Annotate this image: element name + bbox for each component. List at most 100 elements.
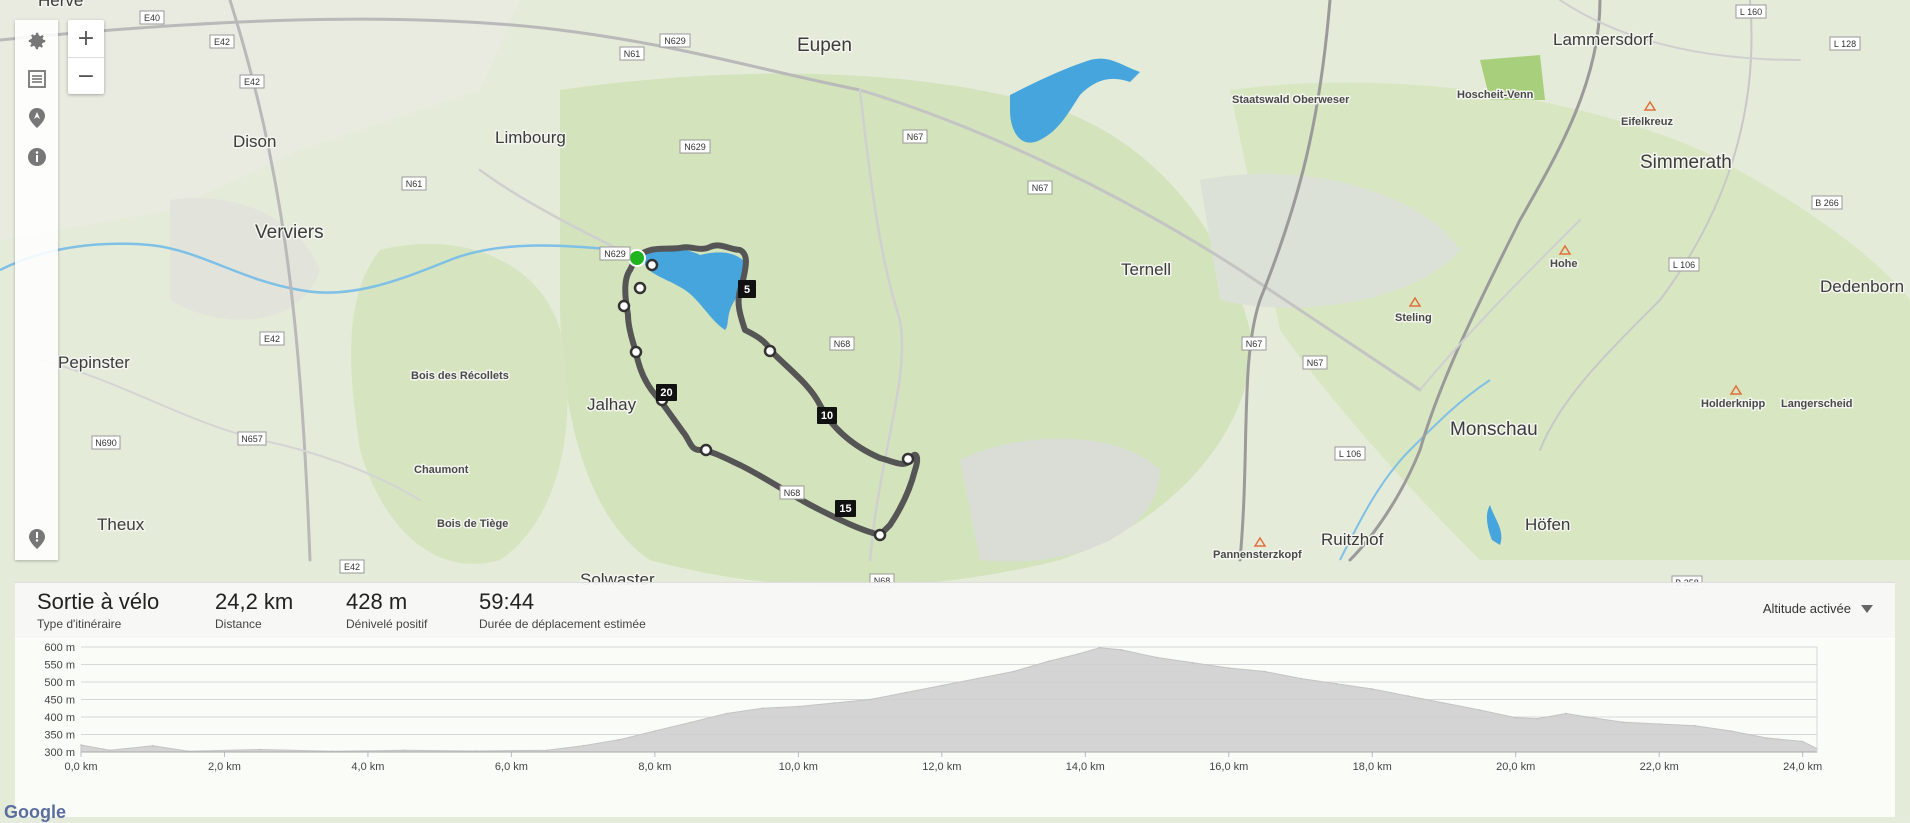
place-label: Eupen xyxy=(797,35,852,56)
elevation-gain-label: Dénivelé positif xyxy=(346,617,428,631)
chevron-down-icon xyxy=(1861,604,1873,613)
elevation-point xyxy=(1407,695,1409,697)
km-marker-5: 5 xyxy=(738,280,756,298)
route-list-button[interactable] xyxy=(15,60,58,98)
stat-distance: 24,2 km Distance xyxy=(215,589,293,631)
elevation-point xyxy=(1479,709,1481,711)
svg-text:20: 20 xyxy=(660,387,672,399)
y-tick-label: 500 m xyxy=(44,677,75,689)
info-button[interactable] xyxy=(15,138,58,176)
place-label: Staatswald Oberweser xyxy=(1232,94,1350,106)
settings-button[interactable] xyxy=(15,22,58,60)
svg-text:5: 5 xyxy=(744,284,750,296)
elevation-point xyxy=(1228,667,1230,669)
km-marker-15: 15 xyxy=(835,500,856,517)
svg-text:L 128: L 128 xyxy=(1834,39,1856,49)
place-label: Dison xyxy=(233,132,276,151)
elevation-point xyxy=(905,691,907,694)
y-tick-label: 550 m xyxy=(44,660,75,672)
svg-text:L 106: L 106 xyxy=(1339,449,1361,459)
elevation-point xyxy=(1263,670,1266,673)
x-tick-label: 6,0 km xyxy=(495,761,528,773)
elevation-point xyxy=(618,739,620,741)
svg-text:E42: E42 xyxy=(244,77,260,87)
place-label: Pepinster xyxy=(58,353,130,372)
elevation-point xyxy=(1048,660,1051,662)
place-label: Hohe xyxy=(1550,258,1578,270)
elevation-point xyxy=(1192,662,1194,664)
waypoint xyxy=(629,345,643,359)
place-label: Steling xyxy=(1395,312,1432,324)
elevation-point xyxy=(151,744,154,747)
place-label: Limbourg xyxy=(495,128,566,147)
elevation-point xyxy=(1801,740,1804,743)
place-label: Bois de Tiège xyxy=(437,518,508,530)
route-type-value: Sortie à vélo xyxy=(37,589,160,614)
elevation-point xyxy=(1299,677,1302,680)
elevation-point xyxy=(582,744,584,747)
elevation-point xyxy=(259,748,262,751)
place-label: Simmerath xyxy=(1640,152,1732,173)
y-tick-label: 350 m xyxy=(44,730,75,742)
elevation-point xyxy=(1156,656,1158,659)
place-label: Verviers xyxy=(255,222,324,243)
waypoint xyxy=(873,528,887,542)
stat-elevation-gain: 428 m Dénivelé positif xyxy=(346,589,427,631)
elevation-chart[interactable]: 300 m 350 m 400 m 450 m 500 m 550 m 600 m 0,0 k… xyxy=(15,638,1895,817)
km-marker-20: 20 xyxy=(656,384,677,401)
svg-text:L 160: L 160 xyxy=(1740,7,1762,17)
place-label: Eifelkreuz xyxy=(1621,116,1673,128)
elevation-point xyxy=(941,684,943,687)
elevation-point xyxy=(1371,688,1373,690)
elevation-point xyxy=(1622,721,1625,724)
place-label: Dedenborn xyxy=(1820,277,1904,296)
svg-text:N61: N61 xyxy=(406,179,423,189)
route-start-marker[interactable] xyxy=(628,249,646,267)
place-label: Langerscheid xyxy=(1781,398,1853,410)
duration-label: Durée de déplacement estimée xyxy=(479,617,646,631)
feedback-button[interactable] xyxy=(15,520,58,558)
info-icon xyxy=(27,148,46,166)
waypoint xyxy=(763,344,777,358)
svg-text:15: 15 xyxy=(839,503,851,515)
zoom-in-button[interactable]: + xyxy=(68,20,104,57)
elevation-point xyxy=(1012,670,1015,673)
svg-text:B 266: B 266 xyxy=(1815,198,1839,208)
x-tick-label: 10,0 km xyxy=(779,761,818,773)
x-tick-label: 18,0 km xyxy=(1353,761,1392,773)
svg-text:N657: N657 xyxy=(241,434,263,444)
elevation-point xyxy=(1098,646,1101,649)
svg-text:10: 10 xyxy=(821,410,833,422)
svg-text:N67: N67 xyxy=(907,132,924,142)
altitude-toggle-label: Altitude activée xyxy=(1762,601,1851,616)
svg-text:N629: N629 xyxy=(604,249,626,259)
zoom-out-button[interactable]: − xyxy=(68,57,104,95)
y-tick-label: 450 m xyxy=(44,695,75,707)
locate-button[interactable] xyxy=(15,99,58,137)
elevation-point xyxy=(833,702,835,704)
elevation-chart-container: 300 m 350 m 400 m 450 m 500 m 550 m 600 m 0,0 k… xyxy=(15,638,1895,817)
x-tick-label: 2,0 km xyxy=(208,761,241,773)
elevation-point xyxy=(654,730,656,732)
x-tick-label: 14,0 km xyxy=(1066,761,1105,773)
svg-text:N67: N67 xyxy=(1246,339,1263,349)
google-logo: Google xyxy=(4,802,66,822)
elevation-point xyxy=(869,698,871,701)
svg-text:N629: N629 xyxy=(684,142,706,152)
svg-text:N67: N67 xyxy=(1307,358,1324,368)
elevation-point xyxy=(80,744,82,746)
x-tick-label: 12,0 km xyxy=(922,761,961,773)
y-tick-label: 600 m xyxy=(44,642,75,654)
place-label: Höfen xyxy=(1525,515,1570,534)
svg-text:N61: N61 xyxy=(624,49,641,59)
svg-text:E40: E40 xyxy=(144,13,160,23)
altitude-toggle[interactable]: Altitude activée xyxy=(1763,601,1873,616)
svg-text:E42: E42 xyxy=(344,562,360,572)
gear-icon xyxy=(28,32,45,50)
x-tick-label: 24,0 km xyxy=(1783,761,1822,773)
svg-text:L 106: L 106 xyxy=(1673,260,1695,270)
elevation-point xyxy=(1694,725,1696,727)
location-icon xyxy=(28,108,45,128)
place-label: Hoscheit-Venn xyxy=(1457,89,1534,101)
elevation-point xyxy=(1077,653,1079,655)
